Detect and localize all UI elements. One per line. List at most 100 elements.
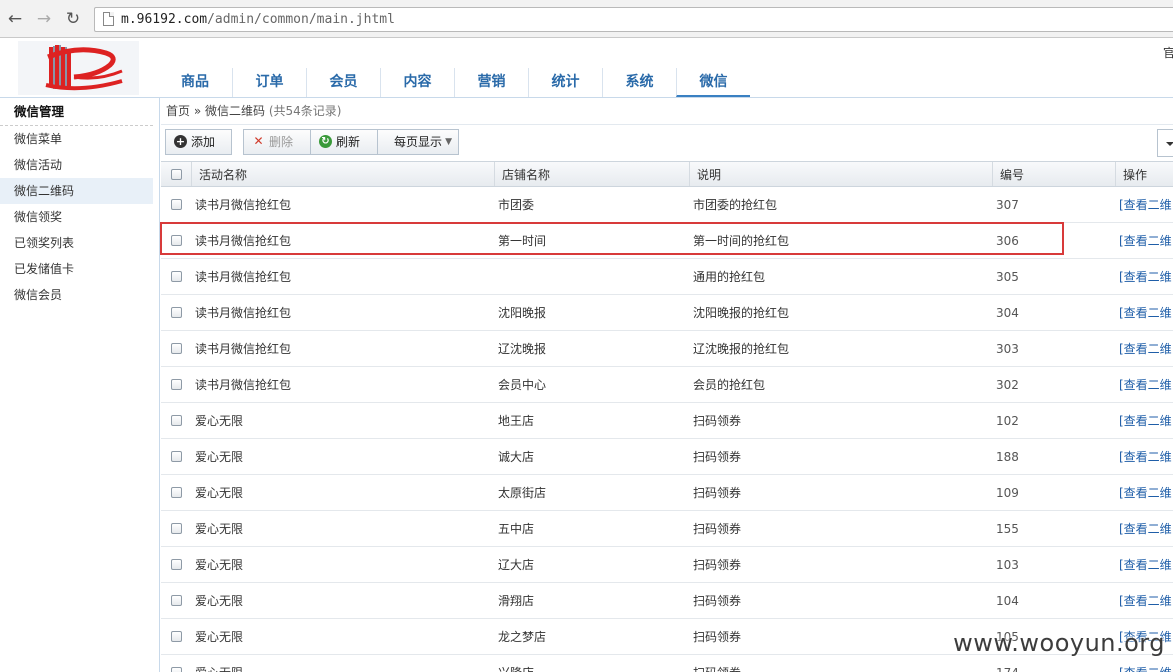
cell-shop: 五中店 — [498, 522, 535, 536]
tab-2[interactable]: 会员 — [306, 68, 380, 97]
logo[interactable] — [18, 41, 139, 95]
delete-button-label: 删除 — [269, 135, 294, 149]
refresh-button[interactable]: ↻ 刷新 — [310, 129, 378, 155]
url-text: m.96192.com/admin/common/main.jhtml — [121, 12, 395, 27]
url-host: m.96192.com — [121, 12, 208, 27]
row-checkbox[interactable] — [170, 631, 182, 642]
watermark: www.wooyun.org — [953, 629, 1165, 657]
tab-4[interactable]: 营销 — [454, 68, 528, 97]
table-row[interactable]: 读书月微信抢红包 会员中心 会员的抢红包 302 [查看二维 — [161, 367, 1173, 403]
cell-id: 104 — [996, 593, 1019, 608]
view-qrcode-link[interactable]: [查看二维 — [1115, 439, 1173, 474]
add-button-label: 添加 — [191, 135, 216, 149]
view-qrcode-link[interactable]: [查看二维 — [1115, 583, 1173, 618]
row-checkbox[interactable] — [170, 595, 182, 606]
row-checkbox[interactable] — [170, 307, 182, 318]
reload-icon[interactable]: ↻ — [63, 9, 83, 29]
row-select-cell — [161, 547, 191, 582]
table-row[interactable]: 爱心无限 地王店 扫码领券 102 [查看二维 — [161, 403, 1173, 439]
main-nav-tabs: 商品 订单 会员 内容 营销 统计 系统 微信 — [158, 68, 750, 98]
row-checkbox[interactable] — [170, 271, 182, 282]
row-checkbox[interactable] — [170, 235, 182, 246]
view-qrcode-link[interactable]: [查看二维 — [1115, 259, 1173, 294]
search-type-dropdown[interactable] — [1157, 129, 1173, 157]
breadcrumb: 首页 » 微信二维码 (共54条记录) — [161, 98, 1173, 125]
cell-activity: 爱心无限 — [195, 450, 244, 464]
add-button[interactable]: + 添加 — [165, 129, 232, 155]
view-qrcode-link[interactable]: [查看二维 — [1115, 187, 1173, 222]
row-checkbox[interactable] — [170, 379, 182, 390]
forward-arrow-icon[interactable]: → — [34, 9, 54, 29]
cell-shop: 诚大店 — [498, 450, 535, 464]
view-qrcode-link[interactable]: [查看二维 — [1115, 511, 1173, 546]
address-bar[interactable]: m.96192.com/admin/common/main.jhtml — [94, 7, 1173, 32]
row-checkbox[interactable] — [170, 667, 182, 672]
page-size-dropdown[interactable]: 每页显示 ▼ — [377, 129, 459, 155]
table-row[interactable]: 爱心无限 太原街店 扫码领券 109 [查看二维 — [161, 475, 1173, 511]
tab-3[interactable]: 内容 — [380, 68, 454, 97]
view-qrcode-link[interactable]: [查看二维 — [1115, 547, 1173, 582]
cell-description: 市团委的抢红包 — [693, 198, 778, 212]
column-header-description[interactable]: 说明 — [689, 162, 992, 186]
sidebar-item-6[interactable]: 微信会员 — [0, 282, 153, 308]
sidebar-item-4[interactable]: 已领奖列表 — [0, 230, 153, 256]
table-row[interactable]: 爱心无限 辽大店 扫码领券 103 [查看二维 — [161, 547, 1173, 583]
row-checkbox[interactable] — [170, 559, 182, 570]
table-row[interactable]: 爱心无限兴隆店扫码领券174[查看二维 — [161, 655, 1173, 672]
row-checkbox[interactable] — [170, 343, 182, 354]
tab-7[interactable]: 微信 — [676, 68, 750, 97]
back-arrow-icon[interactable]: ← — [5, 9, 25, 29]
header-corner-text[interactable]: 官 — [1163, 44, 1173, 61]
table-row[interactable]: 爱心无限 五中店 扫码领券 155 [查看二维 — [161, 511, 1173, 547]
sidebar: 微信管理 微信菜单 微信活动 微信二维码 微信领奖 已领奖列表 已发储值卡 微信会员 — [0, 98, 160, 672]
tab-6[interactable]: 系统 — [602, 68, 676, 97]
refresh-button-label: 刷新 — [336, 135, 361, 149]
cell-activity: 读书月微信抢红包 — [195, 270, 292, 284]
sidebar-item-2[interactable]: 微信二维码 — [0, 178, 153, 204]
row-select-cell — [161, 403, 191, 438]
table-row[interactable]: 读书月微信抢红包 第一时间 第一时间的抢红包 306 [查看二维 — [161, 223, 1173, 259]
row-checkbox[interactable] — [170, 487, 182, 498]
cell-description: 通用的抢红包 — [693, 270, 766, 284]
view-qrcode-link[interactable]: [查看二维 — [1115, 403, 1173, 438]
row-checkbox[interactable] — [170, 415, 182, 426]
view-qrcode-link[interactable]: [查看二维 — [1115, 475, 1173, 510]
sidebar-item-0[interactable]: 微信菜单 — [0, 126, 153, 152]
table-row[interactable]: 爱心无限 诚大店 扫码领券 188 [查看二维 — [161, 439, 1173, 475]
record-count: (共54条记录) — [268, 104, 342, 118]
logo-graphic — [45, 45, 123, 91]
cell-id: 306 — [996, 233, 1019, 248]
select-all-checkbox[interactable] — [170, 168, 182, 180]
view-qrcode-link[interactable]: [查看二维 — [1115, 223, 1173, 258]
sidebar-menu: 微信菜单 微信活动 微信二维码 微信领奖 已领奖列表 已发储值卡 微信会员 — [0, 126, 159, 308]
url-path: /admin/common/main.jhtml — [207, 12, 395, 27]
view-qrcode-link[interactable]: [查看二维 — [1115, 295, 1173, 330]
table-row[interactable]: 读书月微信抢红包 沈阳晚报 沈阳晚报的抢红包 304 [查看二维 — [161, 295, 1173, 331]
row-checkbox[interactable] — [170, 523, 182, 534]
row-checkbox[interactable] — [170, 199, 182, 210]
delete-button[interactable]: ✕ 删除 — [243, 129, 311, 155]
view-qrcode-link[interactable]: [查看二维 — [1115, 655, 1173, 672]
cell-activity: 爱心无限 — [195, 414, 244, 428]
table-row[interactable]: 读书月微信抢红包 辽沈晚报 辽沈晚报的抢红包 303 [查看二维 — [161, 331, 1173, 367]
column-header-activity[interactable]: 活动名称 — [191, 162, 494, 186]
row-select-cell — [161, 475, 191, 510]
column-header-shop[interactable]: 店铺名称 — [494, 162, 689, 186]
cell-description: 扫码领券 — [693, 594, 742, 608]
sidebar-item-5[interactable]: 已发储值卡 — [0, 256, 153, 282]
row-checkbox[interactable] — [170, 451, 182, 462]
tab-5[interactable]: 统计 — [528, 68, 602, 97]
table-row[interactable]: 读书月微信抢红包 市团委 市团委的抢红包 307 [查看二维 — [161, 187, 1173, 223]
table-row[interactable]: 爱心无限 滑翔店 扫码领券 104 [查看二维 — [161, 583, 1173, 619]
tab-1[interactable]: 订单 — [232, 68, 306, 97]
tab-0[interactable]: 商品 — [158, 68, 232, 97]
column-header-id[interactable]: 编号 — [992, 162, 1115, 186]
sidebar-item-1[interactable]: 微信活动 — [0, 152, 153, 178]
cell-id: 102 — [996, 413, 1019, 428]
view-qrcode-link[interactable]: [查看二维 — [1115, 331, 1173, 366]
view-qrcode-link[interactable]: [查看二维 — [1115, 367, 1173, 402]
breadcrumb-home[interactable]: 首页 — [166, 104, 190, 118]
cell-description: 沈阳晚报的抢红包 — [693, 306, 790, 320]
table-row[interactable]: 读书月微信抢红包 通用的抢红包 305 [查看二维 — [161, 259, 1173, 295]
sidebar-item-3[interactable]: 微信领奖 — [0, 204, 153, 230]
